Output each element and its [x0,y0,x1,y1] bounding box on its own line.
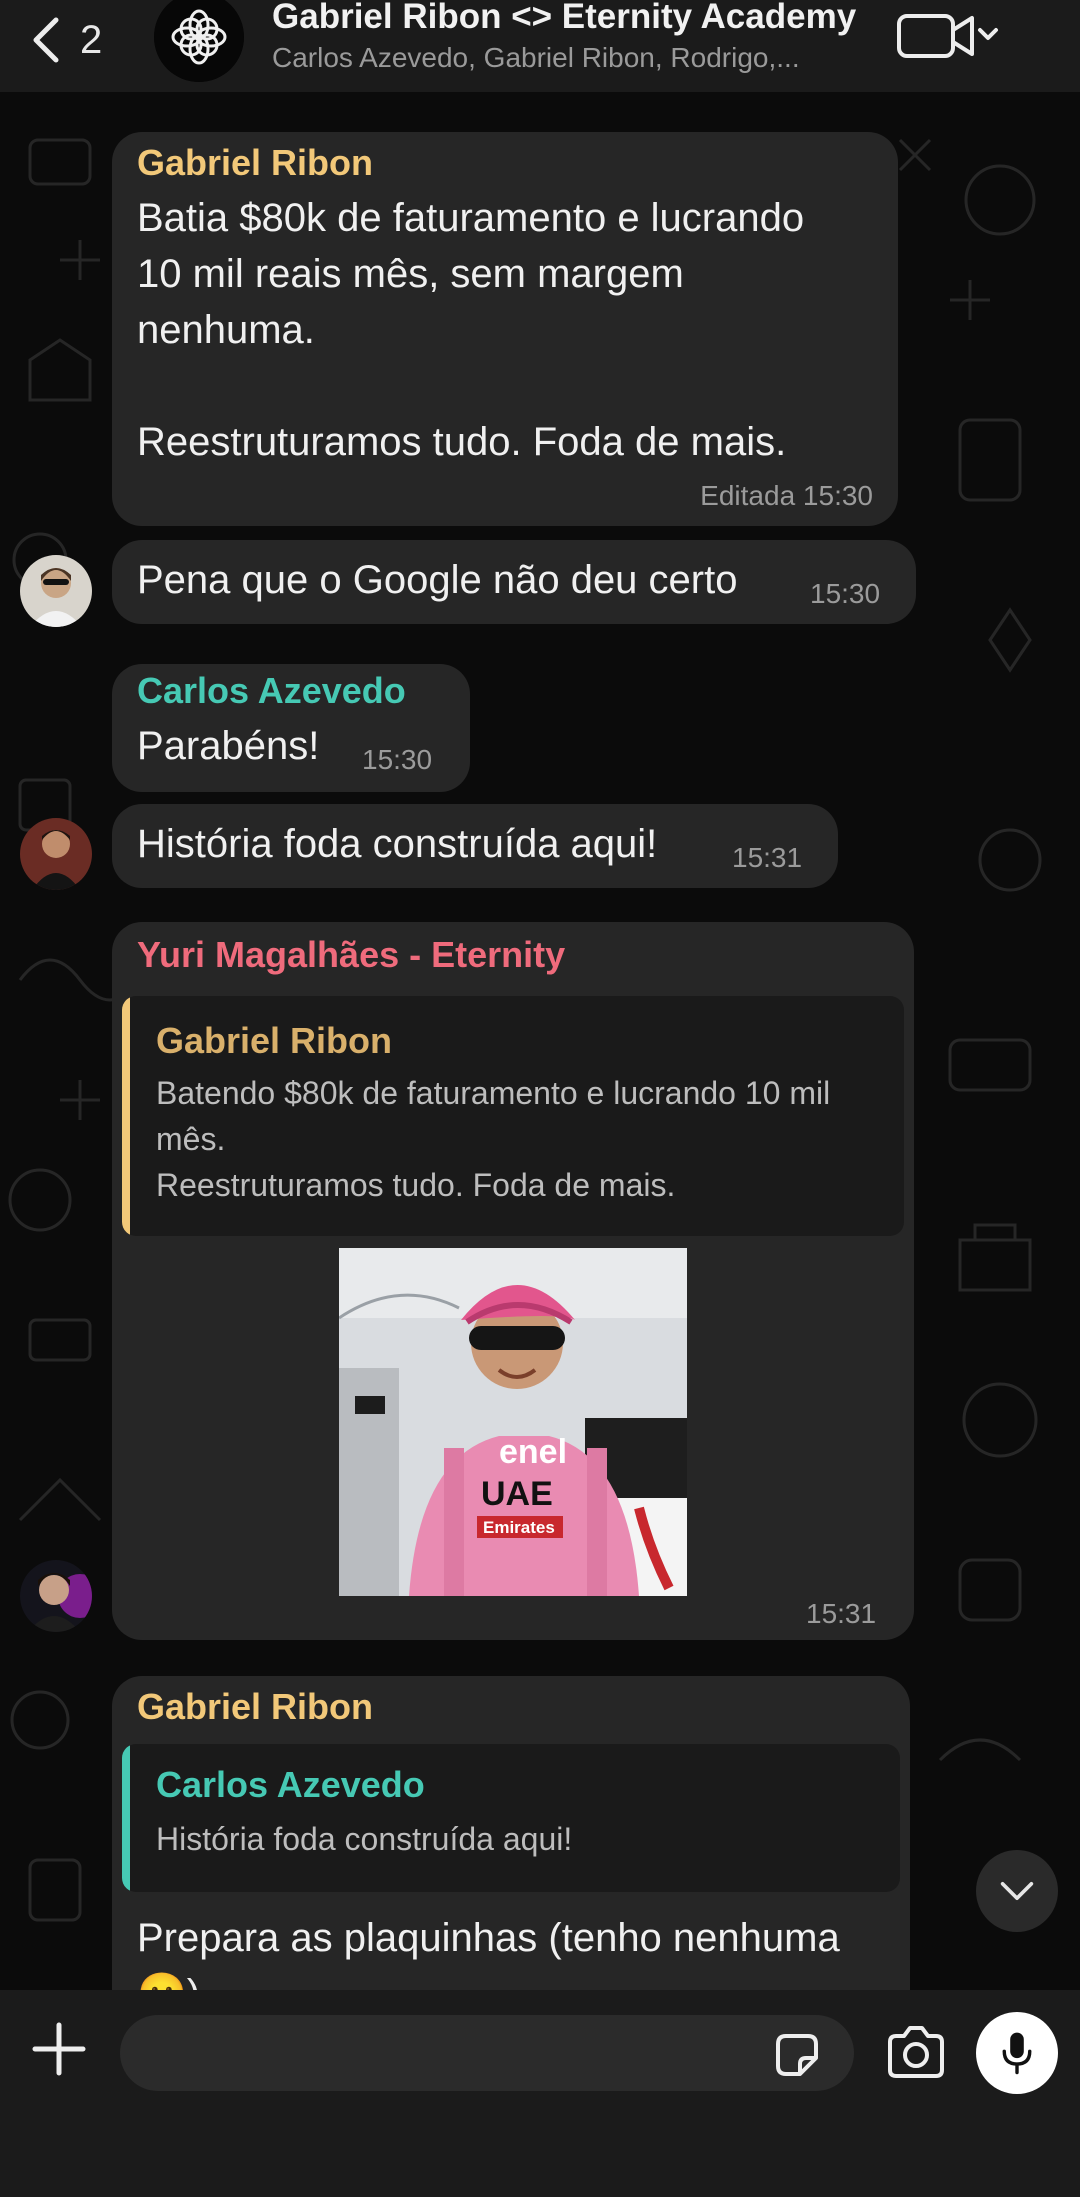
attach-button[interactable] [30,2020,88,2078]
avatar-photo-icon [20,1560,92,1632]
edited-label: Editada [700,480,796,511]
back-button[interactable]: 2 [26,8,136,72]
chat-header: 2 Gabriel Ribon <> Eternity Academy Carl… [0,0,1080,92]
message-sender: Gabriel Ribon [137,142,374,183]
message-time: 15:30 [810,578,881,609]
message-sender: Yuri Magalhães - Eternity [137,934,566,975]
message-bubble[interactable]: Carlos Azevedo Parabéns! 15:30 [112,664,470,792]
sticker-icon [776,2034,818,2076]
avatar-photo-icon [20,555,92,627]
avatar[interactable] [20,1560,92,1632]
scroll-to-bottom-button[interactable] [976,1850,1058,1932]
message-time: 15:30 [802,480,873,511]
plus-icon [32,2022,86,2076]
header-title-area[interactable]: Gabriel Ribon <> Eternity Academy Carlos… [272,0,872,76]
group-logo-icon [154,0,244,82]
message-bubble[interactable]: Gabriel Ribon Batia $80k de faturamento … [112,132,898,526]
chevron-down-icon [1000,1882,1034,1900]
message-time: 15:31 [806,1598,877,1629]
voice-message-button[interactable] [976,2012,1058,2094]
message-bubble[interactable]: História foda construída aqui! 15:31 [112,804,838,888]
message-text: Batia $80k de faturamento e lucrando 10 … [137,196,805,464]
message-input[interactable] [120,2015,854,2091]
camera-icon [888,2026,944,2078]
unread-count: 2 [80,17,103,62]
group-title: Gabriel Ribon <> Eternity Academy [272,0,857,36]
camera-button[interactable] [884,2024,948,2084]
message-time: 15:31 [732,842,803,873]
message-bubble[interactable]: Pena que o Google não deu certo 15:30 [112,540,916,624]
sticker-button[interactable] [772,2030,822,2080]
attached-image[interactable]: enel UAE Emirates [339,1248,687,1596]
message-meta: Editada 15:30 [700,480,873,512]
quoted-sender: Gabriel Ribon [156,1020,393,1061]
message-bubble[interactable]: Yuri Magalhães - Eternity Gabriel Ribon … [112,922,914,1640]
video-call-icon [897,14,998,58]
cyclist-photo: enel UAE Emirates [339,1248,687,1596]
quote-accent-bar [122,996,130,1236]
avatar-photo-icon [20,818,92,890]
message-time: 15:30 [362,744,433,775]
jersey-sponsor-uae: UAE [481,1475,553,1513]
avatar[interactable] [20,818,92,890]
message-text: Pena que o Google não deu certo [137,558,738,602]
avatar[interactable] [20,555,92,627]
quoted-text: Batendo $80k de faturamento e lucrando 1… [156,1075,831,1203]
group-avatar[interactable] [154,0,244,82]
jersey-sponsor-emirates: Emirates [483,1518,555,1537]
quoted-message[interactable]: Carlos Azevedo História foda construída … [122,1744,900,1892]
group-members: Carlos Azevedo, Gabriel Ribon, Rodrigo,.… [272,42,800,73]
message-sender: Gabriel Ribon [137,1686,374,1727]
message-text: História foda construída aqui! [137,822,658,866]
message-sender: Carlos Azevedo [137,670,406,711]
chevron-left-icon [33,17,59,63]
quote-accent-bar [122,1744,130,1892]
jersey-sponsor-enel: enel [499,1433,567,1471]
video-call-button[interactable] [896,6,1006,66]
quoted-sender: Carlos Azevedo [156,1764,425,1805]
chevron-down-icon [978,28,998,40]
microphone-icon [1002,2032,1032,2075]
quoted-text: História foda construída aqui! [156,1821,573,1857]
quoted-message[interactable]: Gabriel Ribon Batendo $80k de faturament… [122,996,904,1236]
message-composer [0,1990,1080,2197]
message-text: Parabéns! [137,724,320,768]
